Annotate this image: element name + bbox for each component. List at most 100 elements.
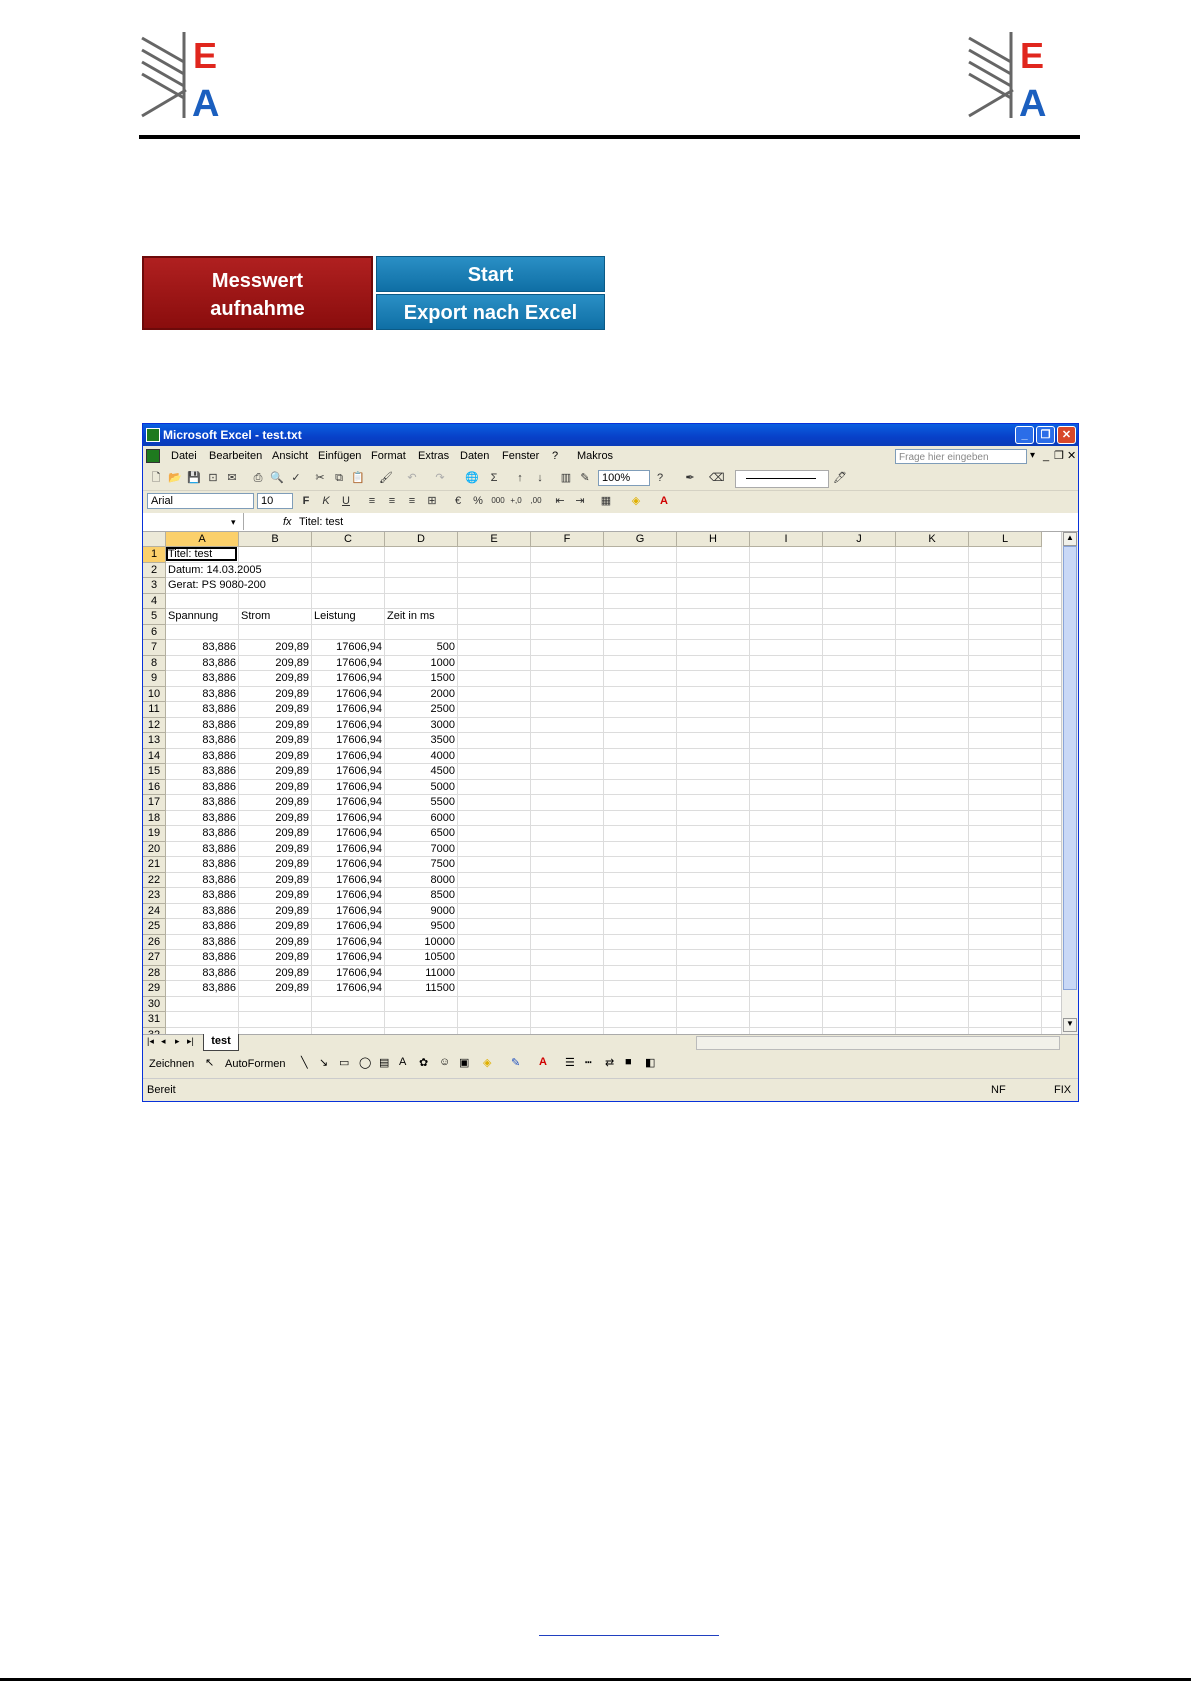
spreadsheet-grid[interactable]: A B C D E F G H I J K L 1 Titel: test 2 Datum: 14.03.20… <box>143 532 1061 1034</box>
paste-icon[interactable]: 📋 <box>351 471 365 485</box>
column-header[interactable]: H <box>677 532 750 547</box>
align-left-icon[interactable]: ≡ <box>365 494 379 508</box>
menu-format[interactable]: Format <box>371 446 406 466</box>
table-cell[interactable]: 1000 <box>387 656 455 671</box>
autoshapes-menu[interactable]: AutoFormen <box>225 1058 286 1070</box>
table-cell[interactable]: 17606,94 <box>314 857 382 872</box>
row-header[interactable]: 2 <box>143 562 166 578</box>
table-cell[interactable]: 83,886 <box>168 656 236 671</box>
doc-restore-icon[interactable]: ❐ <box>1054 446 1064 466</box>
table-cell[interactable]: 209,89 <box>241 981 309 996</box>
table-cell[interactable]: 209,89 <box>241 935 309 950</box>
table-cell[interactable]: 209,89 <box>241 950 309 965</box>
row-header[interactable]: 26 <box>143 934 166 950</box>
table-cell[interactable]: 209,89 <box>241 842 309 857</box>
column-header[interactable]: I <box>750 532 823 547</box>
table-cell[interactable]: 4500 <box>387 764 455 779</box>
rectangle-tool-icon[interactable]: ▭ <box>339 1056 349 1069</box>
table-cell[interactable]: 209,89 <box>241 966 309 981</box>
table-cell[interactable]: 83,886 <box>168 640 236 655</box>
cut-icon[interactable]: ✂ <box>313 471 327 485</box>
new-icon[interactable]: 🗋 <box>149 471 163 485</box>
row-header[interactable]: 1 <box>143 547 166 563</box>
drawing-icon[interactable]: ✎ <box>578 471 592 485</box>
last-sheet-icon[interactable]: ▸| <box>187 1036 194 1047</box>
column-header[interactable]: A <box>166 532 239 547</box>
row-header[interactable]: 31 <box>143 1012 166 1028</box>
start-button[interactable]: Start <box>376 256 605 292</box>
table-cell[interactable]: 17606,94 <box>314 811 382 826</box>
ink-color-icon[interactable]: 🖊 <box>833 471 847 485</box>
workbook-icon[interactable] <box>146 449 160 463</box>
table-cell[interactable]: Datum: 14.03.2005 <box>168 563 468 578</box>
row-header[interactable]: 9 <box>143 671 166 687</box>
row-header[interactable]: 24 <box>143 903 166 919</box>
line-tool-icon[interactable]: ╲ <box>301 1056 308 1069</box>
column-header[interactable]: D <box>385 532 458 547</box>
picture-icon[interactable]: ▣ <box>459 1056 469 1069</box>
row-header[interactable]: 17 <box>143 795 166 811</box>
row-header[interactable]: 28 <box>143 965 166 981</box>
doc-close-icon[interactable]: ✕ <box>1067 446 1076 466</box>
table-cell[interactable]: 11500 <box>387 981 455 996</box>
table-cell[interactable]: 83,886 <box>168 764 236 779</box>
table-cell[interactable]: 209,89 <box>241 873 309 888</box>
bold-icon[interactable]: F <box>299 494 313 508</box>
table-cell[interactable]: 83,886 <box>168 702 236 717</box>
table-cell[interactable]: 17606,94 <box>314 795 382 810</box>
export-excel-button[interactable]: Export nach Excel <box>376 294 605 330</box>
mail-icon[interactable]: ✉ <box>225 471 239 485</box>
print-preview-icon[interactable]: 🔍 <box>270 471 284 485</box>
sort-ascending-icon[interactable]: ↑ <box>513 471 527 485</box>
table-cell[interactable]: 17606,94 <box>314 919 382 934</box>
column-header[interactable]: L <box>969 532 1042 547</box>
permission-icon[interactable]: ⊡ <box>206 471 220 485</box>
table-cell[interactable]: 83,886 <box>168 671 236 686</box>
oval-tool-icon[interactable]: ◯ <box>359 1056 371 1069</box>
restore-icon[interactable]: ❐ <box>1036 426 1055 444</box>
row-header[interactable]: 22 <box>143 872 166 888</box>
menu-datei[interactable]: Datei <box>171 446 197 466</box>
table-cell[interactable]: 7000 <box>387 842 455 857</box>
row-header[interactable]: 7 <box>143 640 166 656</box>
table-cell[interactable]: 83,886 <box>168 780 236 795</box>
table-cell[interactable]: 17606,94 <box>314 733 382 748</box>
diagram-icon[interactable]: ✿ <box>419 1056 428 1069</box>
table-cell[interactable]: 209,89 <box>241 640 309 655</box>
table-cell[interactable]: 8500 <box>387 888 455 903</box>
decrease-indent-icon[interactable]: ⇤ <box>553 494 567 508</box>
table-cell[interactable]: 83,886 <box>168 981 236 996</box>
table-cell[interactable]: 209,89 <box>241 826 309 841</box>
currency-icon[interactable]: € <box>451 494 465 508</box>
scroll-down-icon[interactable]: ▼ <box>1063 1018 1077 1032</box>
minimize-icon[interactable]: _ <box>1015 426 1034 444</box>
table-cell[interactable]: 10500 <box>387 950 455 965</box>
scroll-up-icon[interactable]: ▲ <box>1063 532 1077 546</box>
column-header[interactable]: E <box>458 532 531 547</box>
3d-icon[interactable]: ◧ <box>645 1056 655 1069</box>
zoom-select[interactable]: 100% <box>598 470 650 486</box>
draw-menu[interactable]: Zeichnen <box>149 1058 194 1070</box>
dash-style-icon[interactable]: ┅ <box>585 1056 592 1069</box>
table-cell[interactable]: 17606,94 <box>314 671 382 686</box>
table-cell[interactable]: 83,886 <box>168 733 236 748</box>
measurement-record-button[interactable]: Messwert aufnahme <box>142 256 373 330</box>
row-header[interactable]: 16 <box>143 779 166 795</box>
merge-center-icon[interactable]: ⊞ <box>425 494 439 508</box>
table-cell[interactable]: 83,886 <box>168 873 236 888</box>
row-header[interactable]: 30 <box>143 996 166 1012</box>
table-cell[interactable]: 83,886 <box>168 950 236 965</box>
row-header[interactable]: 23 <box>143 888 166 904</box>
table-cell[interactable]: 3500 <box>387 733 455 748</box>
increase-indent-icon[interactable]: ⇥ <box>573 494 587 508</box>
next-sheet-icon[interactable]: ▸ <box>175 1036 180 1047</box>
table-cell[interactable]: 17606,94 <box>314 966 382 981</box>
doc-minimize-icon[interactable]: _ <box>1043 446 1049 466</box>
open-icon[interactable]: 📂 <box>168 471 182 485</box>
table-cell[interactable]: 209,89 <box>241 857 309 872</box>
table-cell[interactable]: 83,886 <box>168 919 236 934</box>
table-cell[interactable]: 209,89 <box>241 718 309 733</box>
table-cell[interactable]: 83,886 <box>168 687 236 702</box>
table-cell[interactable]: 17606,94 <box>314 950 382 965</box>
table-cell[interactable]: 17606,94 <box>314 873 382 888</box>
